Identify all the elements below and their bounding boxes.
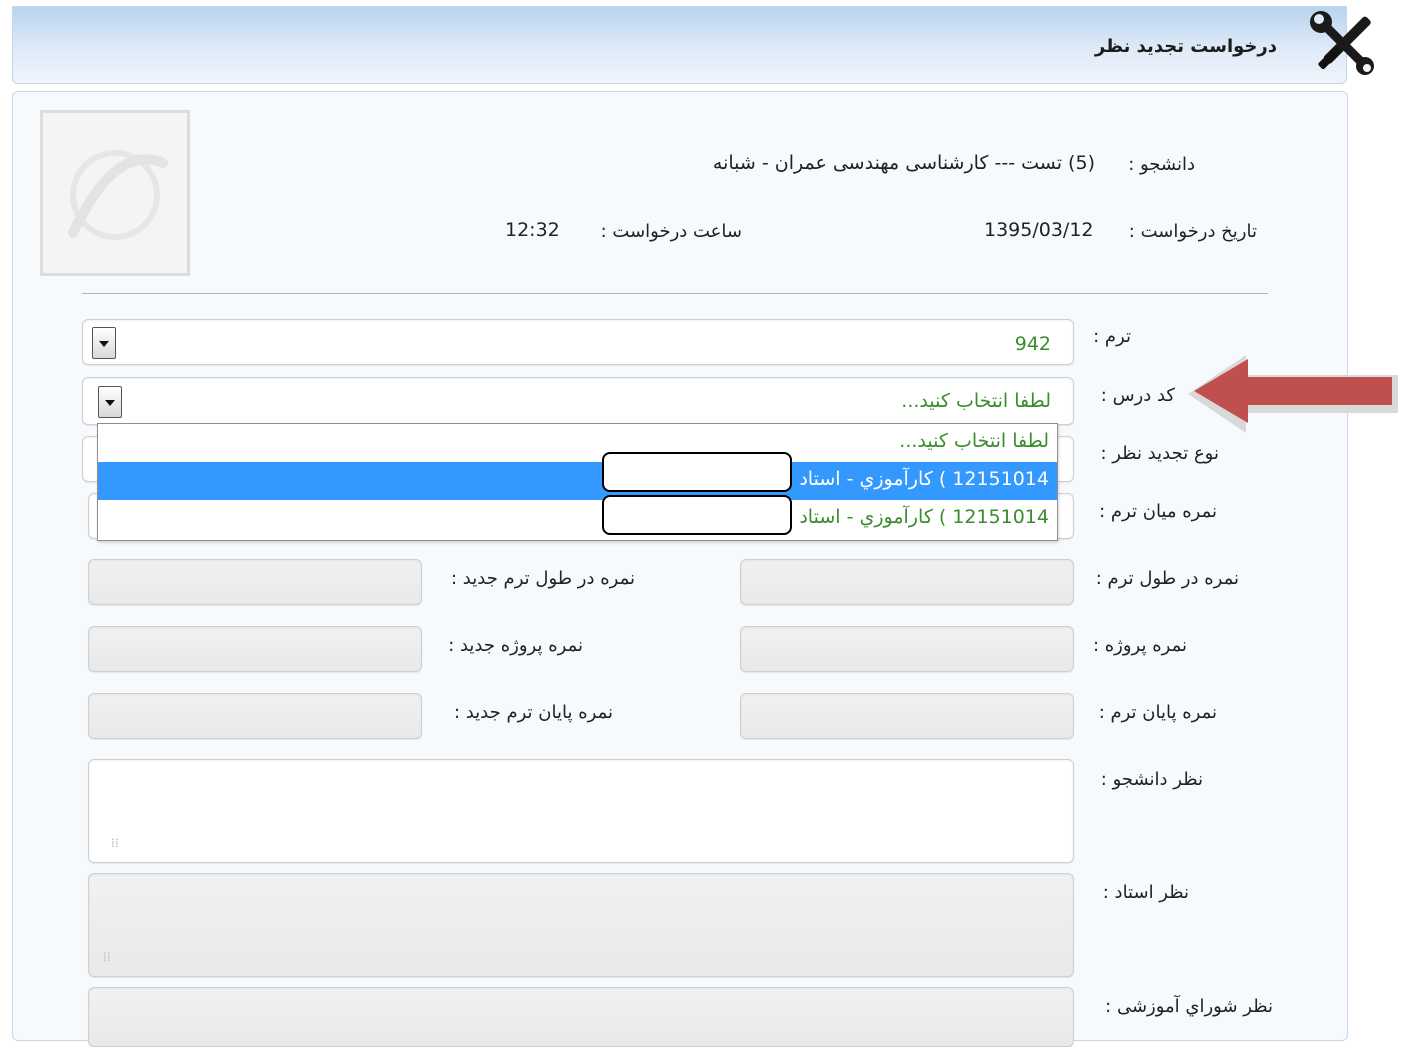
chevron-down-icon bbox=[99, 341, 109, 347]
redaction-box bbox=[602, 452, 792, 492]
student-value: (5) تست --- کارشناسی مهندسی عمران - شبان… bbox=[712, 152, 1095, 174]
council-opinion-label: نظر شوراي آموزشی : bbox=[1105, 996, 1273, 1017]
review-type-label: نوع تجدید نظر : bbox=[1100, 443, 1219, 464]
project-grade-field[interactable] bbox=[740, 626, 1074, 672]
student-opinion-label: نظر دانشجو : bbox=[1100, 769, 1203, 790]
option-placeholder[interactable]: لطفا انتخاب کنید... bbox=[98, 424, 1057, 462]
final-grade-label: نمره پایان ترم : bbox=[1098, 702, 1217, 723]
during-term-grade-field[interactable] bbox=[740, 559, 1074, 605]
option-course[interactable]: 12151014 ) کارآموزي - استاد bbox=[98, 500, 1057, 538]
term-dropdown-button[interactable] bbox=[92, 327, 116, 359]
course-code-label: کد درس : bbox=[1100, 385, 1175, 406]
annotation-arrow-icon bbox=[1188, 355, 1398, 433]
term-select[interactable]: 942 bbox=[82, 319, 1074, 365]
request-time-label: ساعت درخواست : bbox=[600, 221, 742, 242]
student-label: دانشجو : bbox=[1128, 154, 1195, 175]
photo-placeholder-icon bbox=[68, 150, 168, 240]
midterm-grade-label: نمره میان ترم : bbox=[1099, 501, 1217, 522]
page-title: درخواست تجدید نظر bbox=[1094, 36, 1277, 57]
course-code-value: لطفا انتخاب کنید... bbox=[901, 390, 1051, 412]
during-term-grade-label: نمره در طول ترم : bbox=[1095, 568, 1239, 589]
student-photo bbox=[40, 110, 190, 276]
new-during-term-grade-field[interactable] bbox=[88, 559, 422, 605]
request-time-value: 12:32 bbox=[505, 219, 560, 241]
teacher-opinion-label: نظر استاد : bbox=[1102, 882, 1189, 903]
council-opinion-textarea[interactable] bbox=[88, 987, 1074, 1047]
new-final-grade-label: نمره پایان ترم جدید : bbox=[453, 702, 613, 723]
project-grade-label: نمره پروژه : bbox=[1092, 635, 1187, 656]
new-project-grade-field[interactable] bbox=[88, 626, 422, 672]
course-code-options[interactable]: لطفا انتخاب کنید... 12151014 ) کارآموزي … bbox=[97, 423, 1058, 541]
divider bbox=[82, 293, 1268, 294]
request-date-value: 1395/03/12 bbox=[984, 219, 1094, 241]
option-course-highlighted[interactable]: 12151014 ) کارآموزي - استاد bbox=[98, 462, 1057, 500]
resize-handle-icon[interactable]: ⁞⁞ bbox=[111, 836, 119, 850]
resize-handle-icon[interactable]: ⁞⁞ bbox=[103, 950, 111, 964]
course-code-dropdown-button[interactable] bbox=[98, 386, 122, 418]
request-date-label: تاریخ درخواست : bbox=[1128, 221, 1257, 242]
student-opinion-textarea[interactable]: ⁞⁞ bbox=[88, 759, 1074, 863]
new-final-grade-field[interactable] bbox=[88, 693, 422, 739]
new-during-term-grade-label: نمره در طول ترم جدید : bbox=[451, 568, 635, 589]
new-project-grade-label: نمره پروژه جدید : bbox=[448, 635, 583, 656]
final-grade-field[interactable] bbox=[740, 693, 1074, 739]
course-code-select[interactable]: لطفا انتخاب کنید... bbox=[82, 377, 1074, 425]
tools-icon bbox=[1310, 11, 1374, 75]
redaction-box bbox=[602, 495, 792, 535]
teacher-opinion-textarea[interactable]: ⁞⁞ bbox=[88, 873, 1074, 977]
term-label: ترم : bbox=[1093, 326, 1131, 347]
term-value: 942 bbox=[1014, 333, 1051, 355]
chevron-down-icon bbox=[105, 400, 115, 406]
